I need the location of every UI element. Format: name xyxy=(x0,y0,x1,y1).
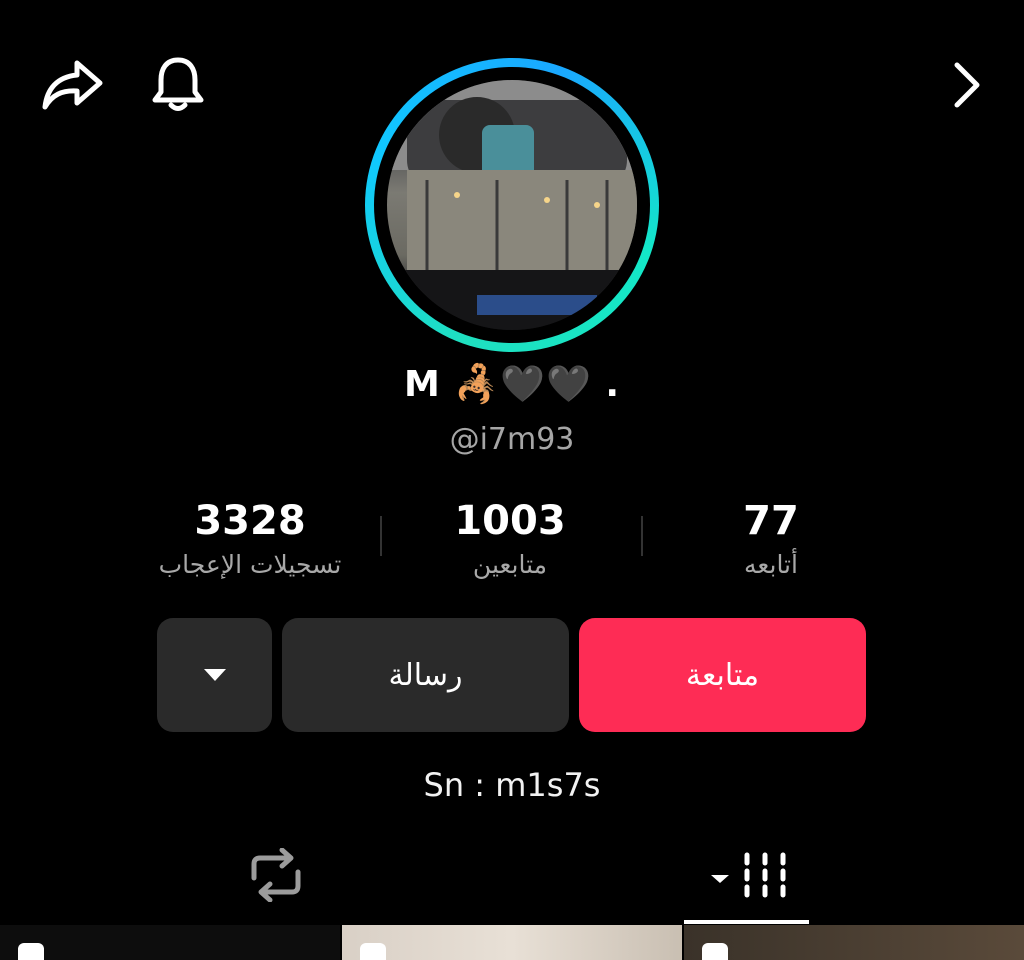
likes-count: 3328 xyxy=(194,498,306,544)
likes-label: تسجيلات الإعجاب xyxy=(158,550,342,579)
tab-reposts[interactable] xyxy=(236,840,316,910)
chevron-right-icon xyxy=(954,62,980,108)
share-button[interactable] xyxy=(38,54,106,116)
next-button[interactable] xyxy=(944,58,990,112)
thumbnail-badge-icon xyxy=(18,943,44,960)
more-options-button[interactable] xyxy=(157,618,272,732)
video-thumbnail[interactable] xyxy=(684,925,1024,960)
repost-icon xyxy=(251,848,301,902)
avatar-image xyxy=(387,80,637,330)
video-thumbnail[interactable] xyxy=(342,925,682,960)
thumbnail-badge-icon xyxy=(702,943,728,960)
grid-icon xyxy=(711,852,786,898)
thumbnail-badge-icon xyxy=(360,943,386,960)
following-count: 77 xyxy=(743,498,799,544)
caret-down-icon xyxy=(203,669,226,681)
likes-stat[interactable]: 3328 تسجيلات الإعجاب xyxy=(120,495,380,583)
following-label: أتابعه xyxy=(744,550,798,579)
avatar-photo xyxy=(387,80,637,330)
video-thumbnail[interactable] xyxy=(0,925,340,960)
share-arrow-icon xyxy=(42,60,103,110)
followers-count: 1003 xyxy=(454,498,566,544)
message-button[interactable]: رسالة xyxy=(282,618,569,732)
followers-label: متابعين xyxy=(472,550,548,579)
following-stat[interactable]: 77 أتابعه xyxy=(641,495,901,583)
active-tab-indicator xyxy=(684,920,809,924)
bell-icon xyxy=(152,57,204,111)
followers-stat[interactable]: 1003 متابعين xyxy=(380,495,640,583)
notification-button[interactable] xyxy=(146,52,210,116)
tab-videos[interactable] xyxy=(700,840,800,910)
display-name: M 🦂🖤🖤 . xyxy=(403,364,621,405)
follow-button[interactable]: متابعة xyxy=(579,618,866,732)
profile-bio: Sn : m1s7s xyxy=(423,766,601,804)
avatar[interactable] xyxy=(365,58,659,352)
username-handle: @i7m93 xyxy=(449,422,575,457)
